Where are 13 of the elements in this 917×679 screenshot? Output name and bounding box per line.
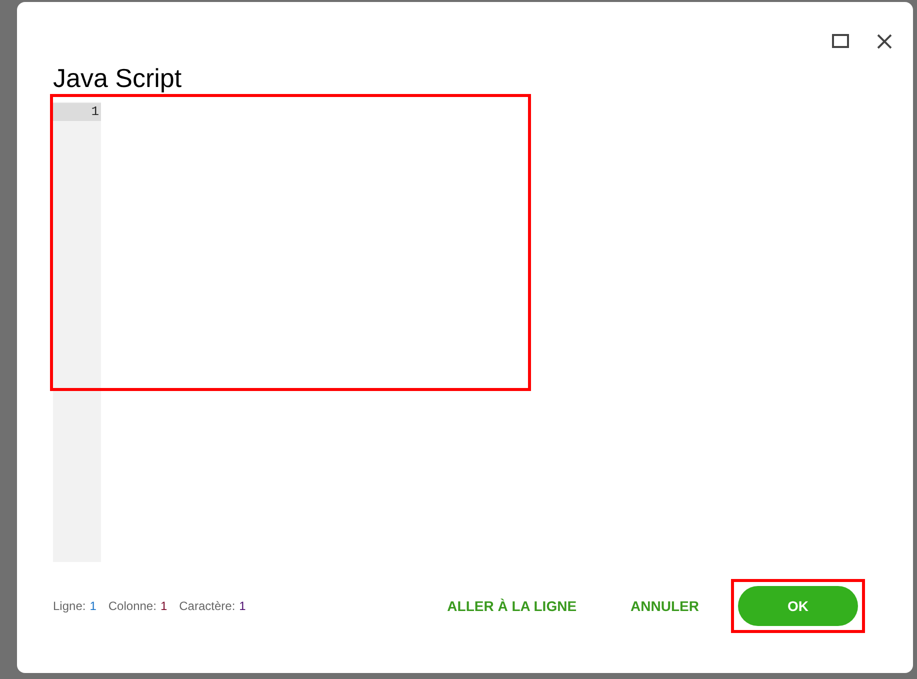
status-value: 1 bbox=[160, 598, 168, 615]
status-value: 1 bbox=[239, 598, 246, 615]
status-label: Caractère: bbox=[179, 598, 236, 615]
text-button[interactable]: ANNULER bbox=[618, 586, 711, 626]
line-number: 1 bbox=[53, 103, 101, 121]
close-icon[interactable] bbox=[877, 34, 892, 48]
ok-button[interactable]: OK bbox=[738, 586, 858, 626]
maximize-icon[interactable] bbox=[832, 34, 849, 48]
text-button[interactable]: ALLER À LA LIGNE bbox=[435, 586, 589, 626]
status-label: Colonne: bbox=[108, 598, 156, 615]
dialog-title: Java Script bbox=[53, 62, 183, 94]
status-label: Ligne: bbox=[53, 598, 86, 615]
status-value: 1 bbox=[90, 598, 96, 615]
